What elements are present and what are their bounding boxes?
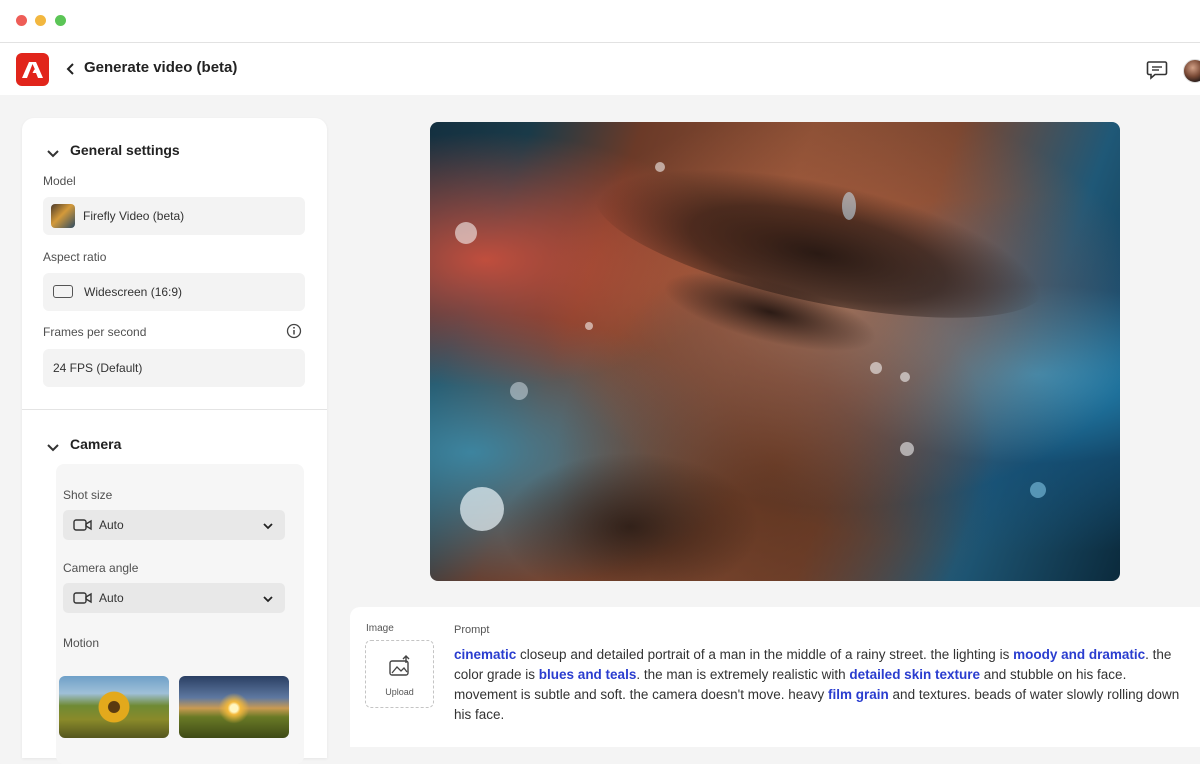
motion-label: Motion [63, 636, 100, 650]
window-titlebar [0, 0, 1200, 43]
prompt-input[interactable]: cinematic closeup and detailed portrait … [454, 645, 1184, 725]
water-droplet [510, 382, 528, 400]
aspect-ratio-label: Aspect ratio [43, 250, 107, 264]
prompt-keyword[interactable]: cinematic [454, 647, 516, 662]
prompt-panel: Image Upload Prompt cinematic closeup an… [350, 607, 1200, 747]
fps-label: Frames per second [43, 325, 147, 339]
shot-size-label: Shot size [63, 488, 113, 502]
aspect-ratio-value: Widescreen (16:9) [84, 285, 183, 299]
water-droplet [900, 442, 914, 456]
chevron-down-icon [46, 146, 60, 162]
water-droplet [655, 162, 665, 172]
camera-angle-select[interactable]: Auto [63, 583, 285, 613]
camera-angle-label: Camera angle [63, 561, 139, 575]
page-title: Generate video (beta) [84, 59, 238, 76]
adobe-logo-icon[interactable] [16, 53, 49, 86]
app-header: Generate video (beta) [0, 43, 1200, 95]
chevron-down-icon [262, 593, 274, 603]
fps-select[interactable]: 24 FPS (Default) [43, 349, 305, 387]
chevron-left-icon[interactable] [64, 61, 78, 77]
widescreen-icon [53, 285, 73, 298]
prompt-keyword[interactable]: moody and dramatic [1013, 647, 1145, 662]
model-value: Firefly Video (beta) [83, 209, 185, 223]
motion-preset-thumbnail[interactable] [59, 676, 169, 738]
close-window-button[interactable] [16, 15, 27, 26]
fps-value: 24 FPS (Default) [53, 361, 143, 375]
upload-image-button[interactable]: Upload [365, 640, 434, 708]
prompt-label: Prompt [454, 624, 490, 636]
video-camera-icon [73, 591, 93, 605]
section-divider [22, 409, 327, 410]
water-droplet [1030, 482, 1046, 498]
model-label: Model [43, 174, 76, 188]
shot-size-value: Auto [99, 518, 124, 532]
image-label: Image [366, 623, 394, 634]
water-droplet [460, 487, 504, 531]
section-title: General settings [70, 142, 180, 158]
prompt-keyword[interactable]: blues and teals [539, 667, 637, 682]
video-camera-icon [73, 518, 93, 532]
avatar[interactable] [1183, 59, 1200, 83]
chevron-down-icon [262, 520, 274, 530]
chat-icon[interactable] [1146, 60, 1168, 80]
aspect-ratio-select[interactable]: Widescreen (16:9) [43, 273, 305, 311]
prompt-text-segment: . the man is extremely realistic with [636, 667, 850, 682]
info-icon[interactable] [286, 323, 302, 339]
upload-image-icon [388, 655, 412, 677]
video-preview[interactable] [430, 122, 1120, 581]
prompt-keyword[interactable]: film grain [828, 687, 889, 702]
model-select[interactable]: Firefly Video (beta) [43, 197, 305, 235]
water-droplet [455, 222, 477, 244]
maximize-window-button[interactable] [55, 15, 66, 26]
motion-preset-thumbnail[interactable] [179, 676, 289, 738]
water-droplet [842, 192, 856, 220]
chevron-down-icon [46, 440, 60, 456]
camera-angle-value: Auto [99, 591, 124, 605]
prompt-text-segment: closeup and detailed portrait of a man i… [516, 647, 1014, 662]
section-title: Camera [70, 436, 122, 452]
water-droplet [870, 362, 882, 374]
video-shadow [500, 452, 760, 581]
upload-label: Upload [385, 687, 414, 697]
water-droplet [585, 322, 593, 330]
prompt-keyword[interactable]: detailed skin texture [849, 667, 980, 682]
minimize-window-button[interactable] [35, 15, 46, 26]
water-droplet [900, 372, 910, 382]
model-thumbnail [51, 204, 75, 228]
shot-size-select[interactable]: Auto [63, 510, 285, 540]
